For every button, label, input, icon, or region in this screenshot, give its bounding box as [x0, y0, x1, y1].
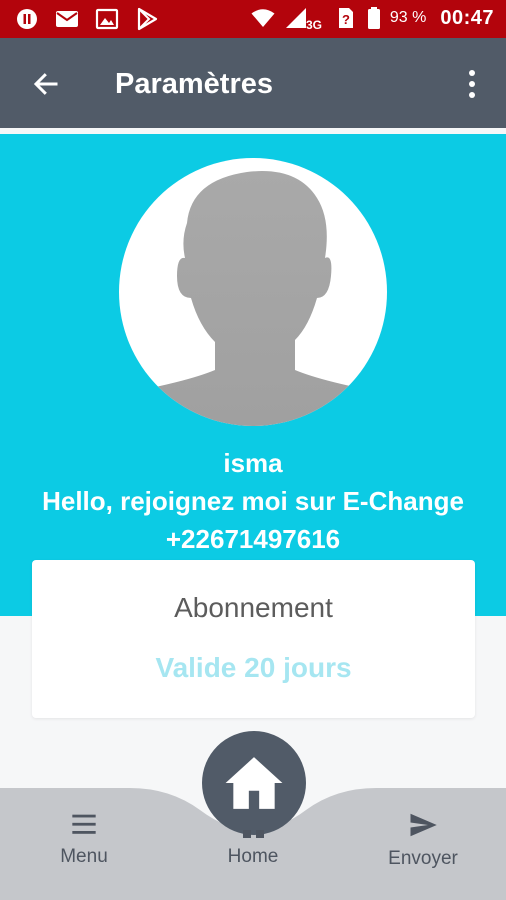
- nav-home[interactable]: Home: [212, 830, 294, 868]
- sim-icon: ?: [332, 6, 358, 30]
- profile-tagline: Hello, rejoignez moi sur E-Change: [42, 486, 464, 516]
- page-title: Paramètres: [115, 68, 273, 100]
- avatar[interactable]: [119, 158, 387, 426]
- network-type: 3G: [306, 18, 322, 30]
- image-icon: [94, 7, 120, 31]
- profile-header: isma Hello, rejoignez moi sur E-Change +…: [0, 134, 506, 616]
- battery-icon: [366, 6, 382, 30]
- person-placeholder-icon: [119, 171, 387, 426]
- app-bar: Paramètres: [0, 38, 506, 128]
- subscription-card[interactable]: Abonnement Valide 20 jours: [32, 560, 475, 718]
- nav-menu[interactable]: Menu: [44, 810, 124, 868]
- signal-icon: 3G: [284, 6, 324, 30]
- nav-send-label: Envoyer: [388, 848, 458, 869]
- battery-percent: 93 %: [389, 9, 427, 26]
- wifi-icon: [250, 6, 276, 30]
- status-notifications: [14, 7, 160, 31]
- nav-send[interactable]: Envoyer: [382, 810, 464, 870]
- nav-home-label: Home: [227, 846, 279, 867]
- more-vert-icon: [469, 70, 475, 76]
- home-button[interactable]: [202, 731, 306, 835]
- nav-menu-label: Menu: [60, 846, 108, 867]
- back-button[interactable]: [26, 64, 66, 104]
- profile-name: isma: [223, 448, 283, 478]
- subscription-title: Abonnement: [174, 592, 333, 623]
- mail-icon: [54, 7, 80, 31]
- subscription-status: Valide 20 jours: [155, 652, 352, 683]
- notification-icon: [14, 7, 40, 31]
- arrow-back-icon: [33, 73, 58, 95]
- status-bar: 3G ? 93 % 00:47: [0, 0, 506, 38]
- home-indicator: [242, 830, 264, 838]
- status-system: 3G ? 93 % 00:47: [250, 6, 494, 30]
- clock: 00:47: [440, 6, 494, 29]
- svg-text:?: ?: [342, 12, 350, 27]
- more-options-button[interactable]: [458, 64, 486, 104]
- menu-icon: [72, 814, 96, 834]
- home-icon: [225, 757, 283, 809]
- send-icon: [410, 813, 437, 837]
- play-store-icon: [134, 7, 160, 31]
- profile-phone: +22671497616: [165, 524, 341, 554]
